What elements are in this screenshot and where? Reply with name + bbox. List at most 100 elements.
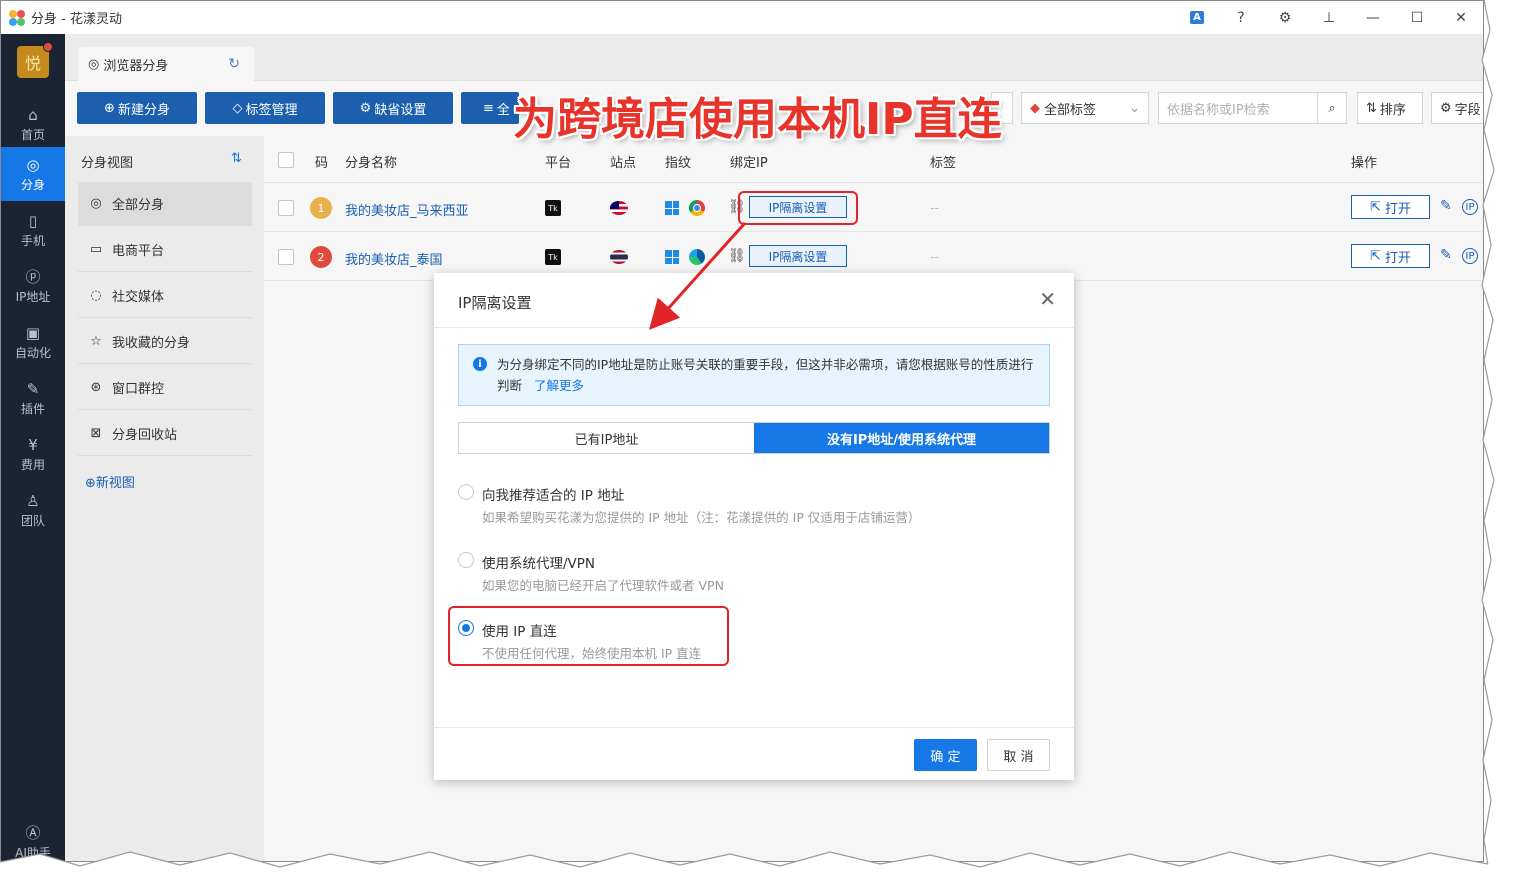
row-checkbox[interactable]	[278, 200, 294, 216]
help-icon[interactable]: ?	[1219, 1, 1263, 34]
ip-circle-icon[interactable]: IP	[1462, 248, 1478, 264]
option-system-proxy-title[interactable]: 使用系统代理/VPN	[482, 552, 595, 572]
view-window-control[interactable]: ⊛ 窗口群控	[78, 366, 252, 410]
nav-home-label: 首页	[20, 127, 45, 142]
view-panel-title: 分身视图	[81, 156, 134, 171]
batch-menu-button[interactable]: ≡ 全	[461, 92, 519, 124]
avatar[interactable]: 悦	[17, 42, 53, 78]
default-settings-button[interactable]: ⚙ 缺省设置	[333, 92, 453, 124]
left-nav: 悦 ⌂ 首页 ◎ 分身 ▯ 手机 ⓟ IP地址 ▣ 自动化 ✎ 插件 ¥ 费用 ♙ 团队 Ⓐ AI…	[1, 34, 65, 861]
all-tags-select[interactable]: ◆ 全部标签 ⌄	[1021, 92, 1149, 124]
ip-isolation-button[interactable]: IP隔离设置	[749, 245, 847, 267]
nav-ip[interactable]: ⓟ IP地址	[1, 259, 65, 313]
search-icon[interactable]: ⌕	[1317, 92, 1347, 124]
edit-icon[interactable]: ✎	[1440, 198, 1452, 214]
annotation-headline: 为跨境店使用本机IP直连	[513, 94, 1002, 145]
nav-team-label: 团队	[20, 513, 45, 528]
platform-label: Tk	[548, 203, 558, 213]
tab-no-ip-system-proxy[interactable]: 没有IP地址/使用系统代理	[754, 423, 1049, 453]
col-actions: 操作	[1351, 156, 1378, 171]
windows-icon	[665, 201, 679, 215]
option-system-proxy-desc: 如果您的电脑已经开启了代理软件或者 VPN	[482, 578, 724, 593]
edit-icon[interactable]: ✎	[1440, 247, 1452, 263]
puzzle-icon: ✎	[26, 379, 40, 398]
row-code: 1	[317, 201, 325, 215]
sort-icon: ⇅	[1366, 100, 1377, 116]
search-input[interactable]: 依据名称或IP检索	[1158, 92, 1318, 124]
nav-profiles[interactable]: ◎ 分身	[1, 147, 65, 201]
new-profile-label: 新建分身	[117, 102, 170, 118]
learn-more-link[interactable]: 了解更多	[534, 378, 584, 393]
menu-icon: ≡	[483, 100, 494, 116]
open-label: 打开	[1384, 201, 1411, 217]
gear-icon[interactable]: ⚙	[1263, 1, 1307, 34]
tag-manage-button[interactable]: ◇ 标签管理	[205, 92, 325, 124]
open-icon: ⇱	[1370, 199, 1381, 215]
nav-ip-label: IP地址	[15, 289, 51, 304]
new-view-button[interactable]: ⊕新视图	[85, 472, 135, 491]
nav-home[interactable]: ⌂ 首页	[1, 97, 65, 151]
close-icon[interactable]: ✕	[1039, 287, 1056, 311]
ip-isolation-dialog: IP隔离设置 ✕ i 为分身绑定不同的IP地址是防止账号关联的重要手段，但这并非…	[434, 273, 1074, 780]
view-ecommerce[interactable]: ▭ 电商平台	[78, 228, 252, 272]
chevron-down-icon: ⌄	[1129, 100, 1140, 116]
dialog-title: IP隔离设置	[458, 294, 532, 312]
trash-icon: ⊠	[90, 426, 102, 441]
default-settings-label: 缺省设置	[374, 102, 427, 118]
annotation-arrow-icon	[648, 221, 747, 330]
ip-badge: IP	[1465, 201, 1475, 213]
col-bound-ip: 绑定IP	[730, 156, 768, 171]
tab-has-ip[interactable]: 已有IP地址	[459, 423, 754, 453]
view-social[interactable]: ◌ 社交媒体	[78, 274, 252, 318]
col-fingerprint: 指纹	[665, 156, 692, 171]
close-window-icon[interactable]: ✕	[1439, 1, 1483, 34]
gear-icon: ⚙	[359, 100, 372, 116]
tab-browser-profiles[interactable]: ◎ 浏览器分身 ↻	[78, 47, 254, 81]
view-all-profiles[interactable]: ◎ 全部分身	[78, 182, 252, 226]
dialog-footer	[434, 727, 1074, 780]
profile-name-link[interactable]: 我的美妆店_马来西亚	[345, 200, 469, 219]
cancel-button[interactable]: 取 消	[987, 739, 1050, 771]
chat-icon: ◌	[90, 288, 102, 303]
col-platform: 平台	[545, 156, 572, 171]
window-title: 分身 - 花漾灵动	[31, 12, 122, 27]
open-label: 打开	[1384, 250, 1411, 266]
nav-team[interactable]: ♙ 团队	[1, 483, 65, 537]
view-favorites[interactable]: ☆ 我收藏的分身	[78, 320, 252, 364]
tag-manage-label: 标签管理	[245, 102, 298, 118]
nav-plugins[interactable]: ✎ 插件	[1, 371, 65, 425]
maximize-icon[interactable]: ☐	[1395, 1, 1439, 34]
radio-system-proxy[interactable]	[458, 552, 474, 568]
radio-recommend-ip[interactable]	[458, 484, 474, 500]
option-recommend-ip-title[interactable]: 向我推荐适合的 IP 地址	[482, 484, 624, 504]
translate-icon[interactable]: A	[1175, 1, 1219, 34]
select-all-checkbox[interactable]	[278, 152, 294, 168]
store-icon: ▭	[89, 242, 103, 257]
nav-plugins-label: 插件	[20, 401, 45, 416]
col-site: 站点	[610, 156, 637, 171]
confirm-button[interactable]: 确 定	[914, 739, 977, 771]
pin-icon[interactable]: ⊥	[1307, 1, 1351, 34]
nav-phone[interactable]: ▯ 手机	[1, 203, 65, 257]
fields-button[interactable]: ⚙ 字段	[1431, 92, 1483, 124]
row-tags: --	[930, 250, 939, 264]
open-profile-button[interactable]: ⇱ 打开	[1351, 244, 1430, 268]
row-checkbox[interactable]	[278, 249, 294, 265]
profile-name-link[interactable]: 我的美妆店_泰国	[345, 249, 443, 268]
refresh-icon[interactable]: ↻	[228, 56, 240, 72]
dialog-header: IP隔离设置 ✕	[434, 273, 1074, 328]
new-profile-button[interactable]: ⊕ 新建分身	[77, 92, 197, 124]
minimize-icon[interactable]: —	[1351, 1, 1395, 34]
fields-label: 字段	[1454, 102, 1481, 118]
nav-billing[interactable]: ¥ 费用	[1, 427, 65, 481]
open-profile-button[interactable]: ⇱ 打开	[1351, 195, 1430, 219]
view-recycle-bin[interactable]: ⊠ 分身回收站	[78, 412, 252, 456]
ip-circle-icon[interactable]: IP	[1462, 199, 1478, 215]
torn-edge-bottom	[0, 851, 1521, 888]
col-name: 分身名称	[345, 156, 398, 171]
chrome-icon: ◎	[88, 56, 100, 72]
col-code: 码	[315, 156, 329, 171]
view-sort-icon[interactable]: ⇅	[231, 151, 242, 166]
nav-automation[interactable]: ▣ 自动化	[1, 315, 65, 369]
sort-button[interactable]: ⇅ 排序	[1357, 92, 1423, 124]
